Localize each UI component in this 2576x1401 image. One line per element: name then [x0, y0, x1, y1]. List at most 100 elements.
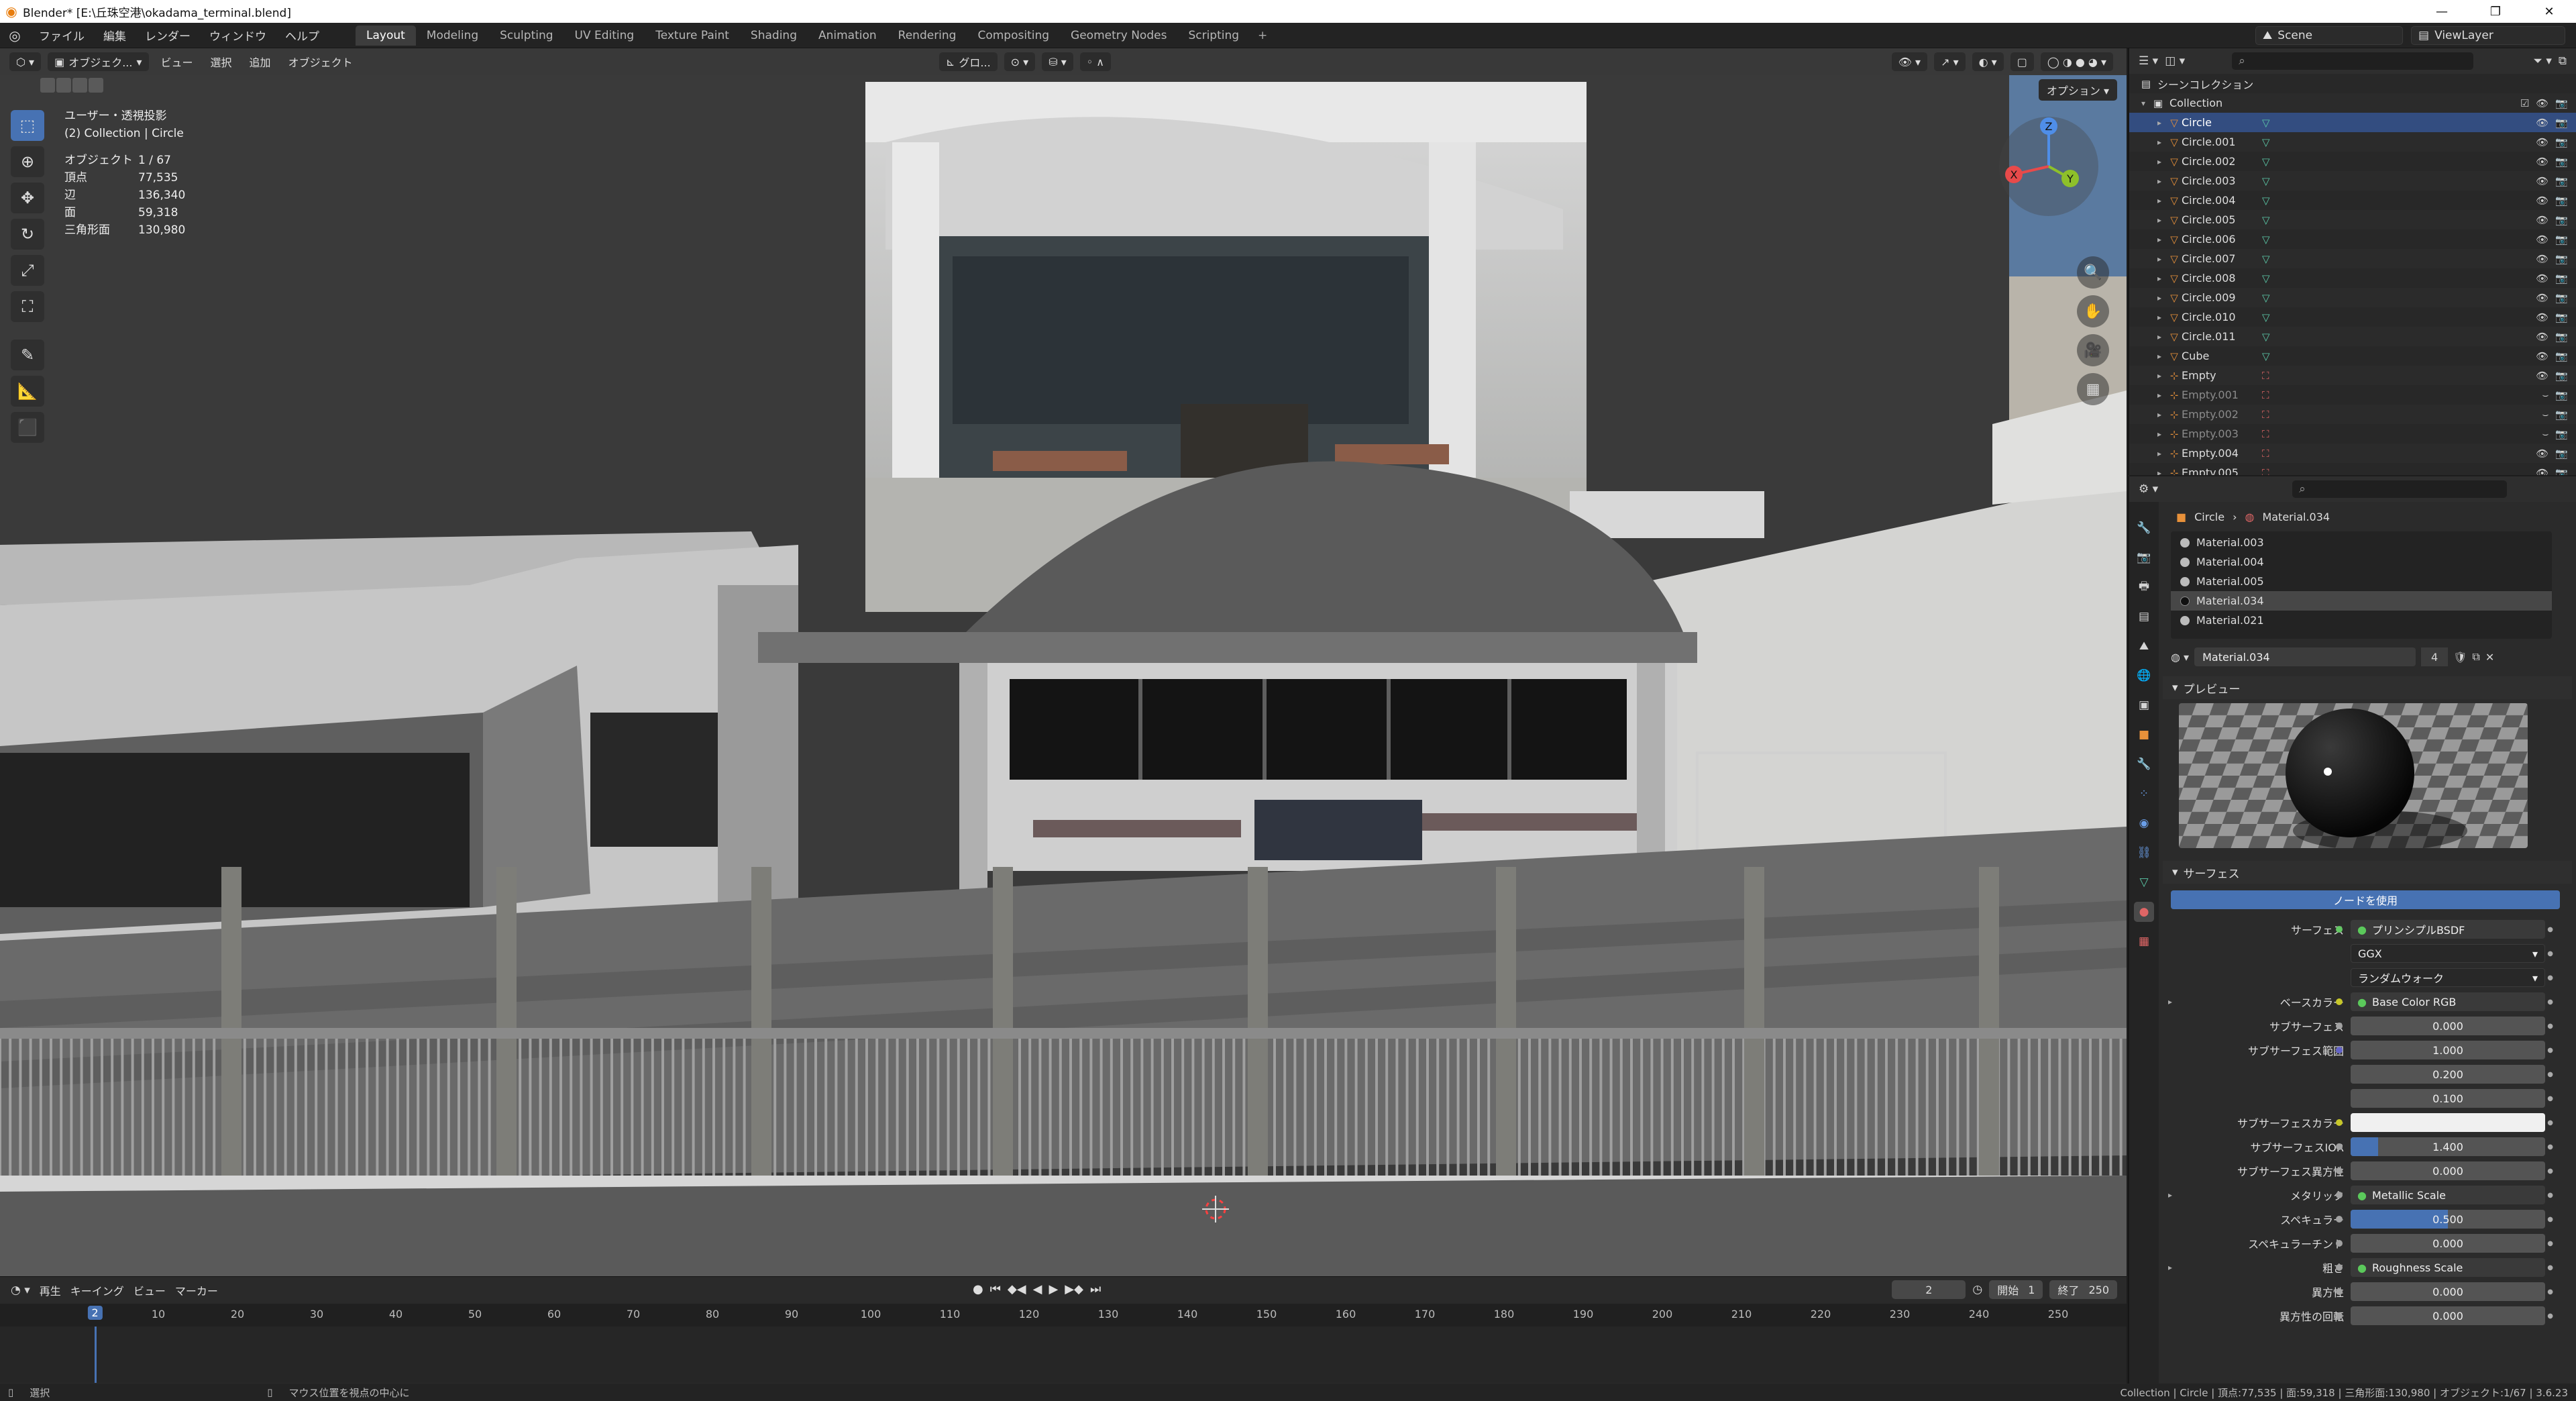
property-value-field[interactable]: ● プリンシプルBSDF — [2351, 920, 2545, 939]
eye-icon[interactable]: 👁 — [2536, 117, 2548, 129]
expand-icon[interactable]: ▸ — [2152, 313, 2167, 322]
eye-icon[interactable]: 👁 — [2536, 214, 2548, 226]
color-swatch[interactable] — [2351, 1113, 2545, 1132]
expand-icon[interactable]: ▸ — [2152, 371, 2167, 380]
material-slot[interactable]: Material.004 — [2171, 552, 2552, 572]
socket-icon[interactable] — [2336, 1023, 2343, 1029]
keyframe-dot-icon[interactable]: ● — [2547, 1119, 2553, 1127]
property-value-field[interactable]: 0.000 — [2351, 1161, 2545, 1180]
end-frame-field[interactable]: 終了 250 — [2049, 1280, 2117, 1299]
expand-icon[interactable]: ▸ — [2152, 410, 2167, 419]
properties-editor-icon[interactable]: ⚙ ▾ — [2139, 482, 2158, 496]
eye-icon[interactable]: 👁 — [2536, 331, 2548, 343]
camera-icon[interactable]: 📷 — [2555, 272, 2568, 284]
workspace-tab-geometry-nodes[interactable]: Geometry Nodes — [1060, 25, 1177, 46]
eye-icon[interactable]: 👁 — [2536, 234, 2548, 246]
current-frame-field[interactable]: 2 — [1892, 1280, 1966, 1299]
outliner-item[interactable]: ▸ ▽ Circle.006 ▽ 👁 📷 — [2129, 229, 2576, 249]
keyframe-dot-icon[interactable]: ● — [2547, 950, 2553, 957]
socket-icon[interactable] — [2336, 998, 2343, 1005]
eye-closed-icon[interactable]: ⌣ — [2542, 409, 2548, 421]
expand-icon[interactable]: ▸ — [2152, 138, 2167, 147]
expand-icon[interactable]: ▸ — [2152, 293, 2167, 303]
options-dropdown[interactable]: オプション ▾ — [2038, 79, 2117, 101]
3d-viewport[interactable]: ⬡ ▾ ▣ オブジェク... ▾ ビュー 選択 追加 オブジェクト ⊾ グロ..… — [0, 48, 2127, 1276]
mesh-data-icon[interactable]: ▽ — [2262, 253, 2270, 265]
outliner-editor-icon[interactable]: ☰ ▾ — [2139, 54, 2158, 68]
socket-icon[interactable] — [2336, 1240, 2343, 1247]
keyframe-dot-icon[interactable]: ● — [2547, 1047, 2553, 1054]
fake-user-icon[interactable]: 🛡 — [2453, 651, 2467, 664]
expand-icon[interactable]: ▸ — [2152, 274, 2167, 283]
scene-selector[interactable]: ⛰ Scene — [2255, 25, 2403, 45]
mesh-data-icon[interactable]: ▽ — [2262, 311, 2270, 323]
timeline-editor[interactable]: ◔ ▾ 再生 キーイング ビュー マーカー ● ⏮ ◆◀ ◀ ▶ ▶◆ ⏭ 2 … — [0, 1276, 2127, 1384]
world-tab-icon[interactable]: 🌐 — [2134, 666, 2154, 686]
render-tab-icon[interactable]: 📷 — [2134, 548, 2154, 568]
eye-icon[interactable]: 👁 — [2536, 175, 2548, 187]
marker-menu[interactable]: マーカー — [175, 1282, 218, 1298]
use-nodes-button[interactable]: ノードを使用 — [2171, 890, 2560, 909]
next-keyframe-icon[interactable]: ▶◆ — [1065, 1282, 1083, 1296]
selection-mode-buttons[interactable] — [40, 78, 103, 93]
new-collection-icon[interactable]: ⧉ — [2559, 54, 2567, 68]
workspace-tab-layout[interactable]: Layout — [356, 25, 416, 46]
add-workspace-button[interactable]: + — [1250, 25, 1275, 46]
expand-icon[interactable]: ▸ — [2152, 235, 2167, 244]
outliner-item[interactable]: ▸ ▽ Circle.009 ▽ 👁 📷 — [2129, 288, 2576, 307]
outliner-item[interactable]: ▸ ⊹ Empty.003 ⛶ ⌣ 📷 — [2129, 424, 2576, 444]
viewlayer-selector[interactable]: ▤ ViewLayer — [2411, 25, 2565, 45]
record-icon[interactable]: ● — [973, 1282, 983, 1296]
camera-icon[interactable]: 📷 — [2555, 311, 2568, 323]
eye-icon[interactable]: 👁 — [2536, 448, 2548, 460]
zoom-view-icon[interactable]: 🔍 — [2077, 256, 2109, 289]
data-tab-icon[interactable]: ▽ — [2134, 872, 2154, 892]
property-value-field[interactable]: 0.000 — [2351, 1234, 2545, 1253]
property-value-field[interactable]: 0.000 — [2351, 1017, 2545, 1035]
property-value-field[interactable]: ● Metallic Scale — [2351, 1186, 2545, 1204]
expand-icon[interactable]: ▸ — [2152, 449, 2167, 458]
playback-menu[interactable]: 再生 — [40, 1282, 61, 1298]
gizmo-toggle[interactable]: ↗ ▾ — [1934, 52, 1966, 71]
outliner-item[interactable]: ▸ ⊹ Empty.001 ⛶ ⌣ 📷 — [2129, 385, 2576, 405]
expand-input-icon[interactable]: ▸ — [2168, 1263, 2172, 1272]
socket-icon[interactable] — [2336, 1119, 2343, 1126]
maximize-button[interactable]: ❐ — [2469, 5, 2522, 19]
ortho-toggle-icon[interactable]: ▦ — [2077, 373, 2109, 405]
expand-icon[interactable]: ▸ — [2152, 254, 2167, 264]
property-dropdown[interactable]: ランダムウォーク ▾ — [2351, 968, 2545, 987]
outliner-item[interactable]: ▸ ▽ Circle.010 ▽ 👁 📷 — [2129, 307, 2576, 327]
keyframe-dot-icon[interactable]: ● — [2547, 1312, 2553, 1320]
socket-icon[interactable] — [2336, 1312, 2343, 1319]
mesh-data-icon[interactable]: ▽ — [2262, 234, 2270, 246]
eye-icon[interactable]: 👁 — [2536, 370, 2548, 382]
menu-item-4[interactable]: ヘルプ — [276, 27, 329, 44]
keyframe-dot-icon[interactable]: ● — [2547, 1216, 2553, 1223]
timeline-view-menu[interactable]: ビュー — [133, 1282, 166, 1298]
preview-panel-header[interactable]: ▾ プレビュー — [2163, 676, 2572, 699]
property-value-field[interactable]: 1.000 — [2351, 1041, 2545, 1059]
outliner-item[interactable]: ▸ ⊹ Empty.005 ⛶ 👁 📷 — [2129, 463, 2576, 475]
camera-icon[interactable]: 📷 — [2555, 389, 2568, 401]
keyframe-dot-icon[interactable]: ● — [2547, 1143, 2553, 1151]
camera-view-icon[interactable]: 🎥 — [2077, 334, 2109, 366]
menu-item-3[interactable]: ウィンドウ — [200, 27, 276, 44]
outliner-item[interactable]: ▸ ▽ Circle.005 ▽ 👁 📷 — [2129, 210, 2576, 229]
keyframe-dot-icon[interactable]: ● — [2547, 1264, 2553, 1272]
expand-input-icon[interactable]: ▸ — [2168, 1190, 2172, 1200]
navigation-gizmo[interactable]: Z X Y — [1995, 113, 2102, 220]
outliner-item[interactable]: ▸ ▽ Circle.003 ▽ 👁 📷 — [2129, 171, 2576, 191]
mesh-data-icon[interactable]: ▽ — [2262, 272, 2270, 284]
checkbox-icon[interactable]: ☑ — [2520, 97, 2529, 109]
expand-icon[interactable]: ▸ — [2152, 352, 2167, 361]
tool-tab-icon[interactable]: 🔧 — [2134, 518, 2154, 538]
pivot-dropdown[interactable]: ⊙ ▾ — [1004, 52, 1036, 71]
mesh-data-icon[interactable]: ▽ — [2262, 331, 2270, 343]
mode-dropdown[interactable]: ▣ オブジェク... ▾ — [48, 52, 149, 71]
expand-icon[interactable]: ▸ — [2152, 157, 2167, 166]
outliner-item[interactable]: ▸ ▽ Cube ▽ 👁 📷 — [2129, 346, 2576, 366]
keying-menu[interactable]: キーイング — [70, 1282, 124, 1298]
empty-data-icon[interactable]: ⛶ — [2262, 409, 2269, 421]
timeline-editor-type-icon[interactable]: ◔ ▾ — [11, 1284, 30, 1297]
xray-toggle[interactable]: ▢ — [2010, 52, 2034, 71]
